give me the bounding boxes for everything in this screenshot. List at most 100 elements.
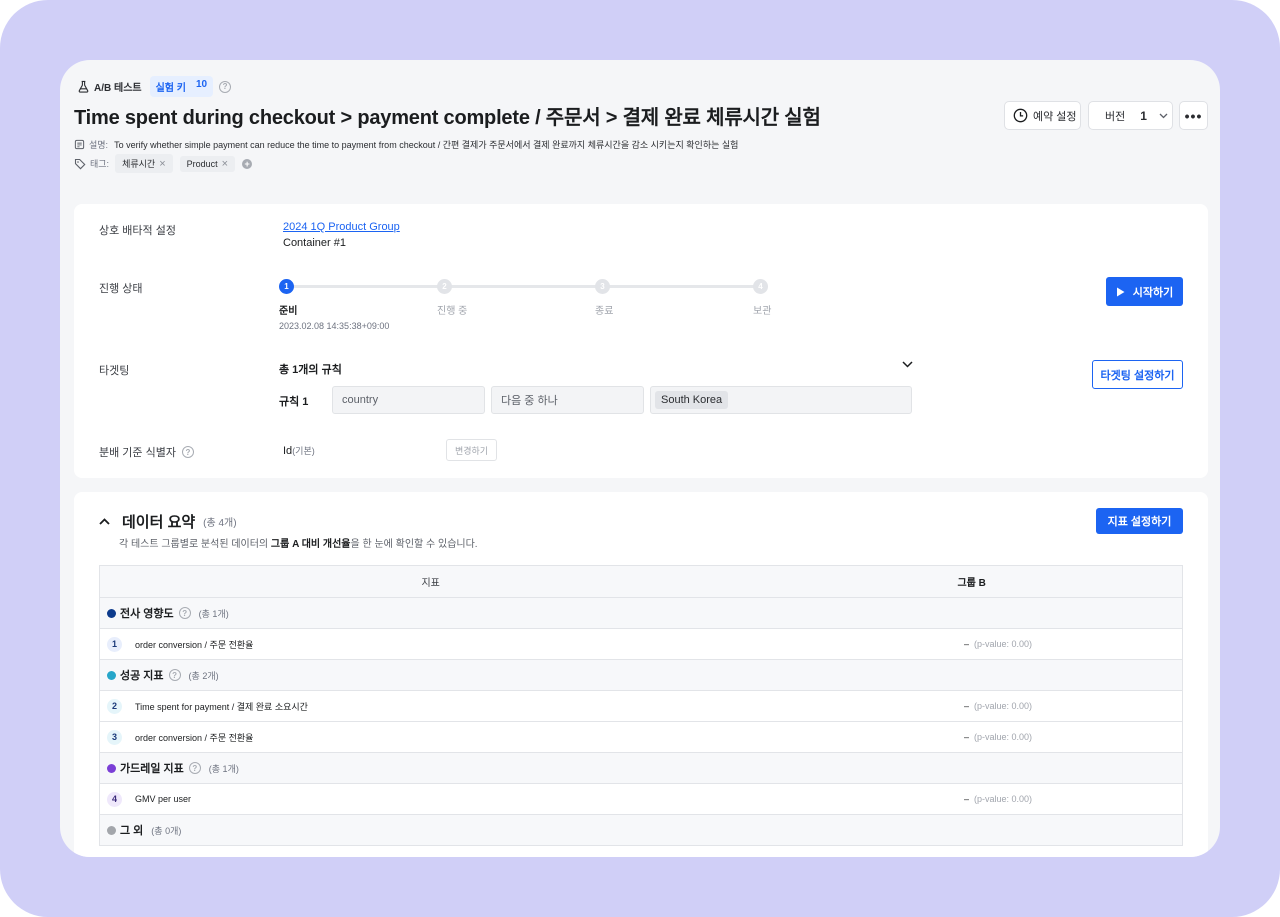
group-name: 가드레일 지표: [120, 763, 184, 775]
step-ready: 1 준비 2023.02.08 14:35:38+09:00: [279, 279, 399, 331]
help-icon[interactable]: ?: [219, 80, 232, 93]
page-title: Time spent during checkout > payment com…: [74, 107, 821, 129]
metric-value-text: –: [964, 732, 970, 742]
status-stepper: 1 준비 2023.02.08 14:35:38+09:00 2 진행 중 3 …: [279, 279, 779, 339]
step-dot: 1: [279, 279, 294, 294]
metric-name: order conversion / 주문 전환율: [135, 732, 254, 743]
schedule-button[interactable]: 예약 설정: [1004, 101, 1081, 130]
identifier-value-text: Id: [283, 445, 293, 457]
subtitle-text: 을 한 눈에 확인할 수 있습니다.: [350, 539, 478, 550]
tag-chip[interactable]: Product ×: [179, 155, 236, 172]
table-row[interactable]: 4 GMV per user – (p-value: 0.00): [100, 784, 1182, 815]
metric-name: GMV per user: [135, 794, 192, 804]
metric-pvalue: (p-value: 0.00): [974, 701, 1033, 711]
status-label: 진행 상태: [99, 283, 143, 295]
flask-icon: [78, 80, 89, 93]
metric-group-row: 그 외 (총 0개): [100, 815, 1182, 846]
change-identifier-button[interactable]: 변경하기: [446, 439, 497, 461]
identifier-value: Id(기본): [283, 444, 315, 457]
metric-number-badge: 4: [107, 791, 122, 807]
table-row[interactable]: 2 Time spent for payment / 결제 완료 소요시간 – (p-…: [100, 691, 1182, 722]
metric-settings-button[interactable]: 지표 설정하기: [1096, 508, 1183, 534]
metric-value: – (p-value: 0.00): [964, 732, 1032, 742]
rule-value-chip: South Korea: [655, 391, 729, 409]
metric-value: – (p-value: 0.00): [964, 701, 1032, 711]
clock-icon: [1013, 108, 1028, 123]
more-button[interactable]: •••: [1179, 101, 1208, 130]
schedule-label: 예약 설정: [1033, 110, 1077, 123]
remove-tag-icon[interactable]: ×: [222, 158, 228, 169]
group-name: 전사 영향도: [120, 608, 174, 620]
mutual-exclusion-label: 상호 배타적 설정: [99, 225, 176, 237]
help-icon[interactable]: ?: [178, 607, 191, 619]
help-icon[interactable]: ?: [181, 446, 194, 458]
step-label: 준비: [279, 306, 298, 317]
version-select[interactable]: 버전 1: [1088, 101, 1173, 130]
metrics-table: 지표 그룹 B 전사 영향도? (총 1개) 1 order conversion /…: [99, 565, 1183, 846]
table-body: 전사 영향도? (총 1개) 1 order conversion / 주문 전환율 –…: [100, 598, 1182, 846]
group-name: 성공 지표: [120, 670, 164, 682]
identifier-default: (기본): [292, 446, 315, 456]
description-row: 설명: To verify whether simple payment can…: [74, 138, 738, 151]
experiment-key-badge: 실험 키 10: [149, 76, 214, 97]
step-dot: 2: [437, 279, 452, 294]
table-row[interactable]: 1 order conversion / 주문 전환율 – (p-value: 0.0…: [100, 629, 1182, 660]
breadcrumb: A/B 테스트 실험 키 10 ?: [77, 76, 232, 97]
metric-name: Time spent for payment / 결제 완료 소요시간: [135, 701, 308, 712]
play-icon: [1116, 287, 1125, 296]
step-date: 2023.02.08 14:35:38+09:00: [279, 321, 390, 331]
group-name: 그 외: [120, 825, 144, 837]
chevron-down-icon: [1159, 113, 1168, 118]
rule-operator-select[interactable]: 다음 중 하나: [491, 386, 644, 414]
subtitle-text: 각 테스트 그룹별로 분석된 데이터의: [119, 539, 271, 550]
key-value: 10: [196, 79, 208, 90]
container-name: Container #1: [283, 237, 346, 249]
metric-value-text: –: [964, 794, 970, 804]
group-count: (총 2개): [188, 670, 219, 681]
column-header-group-b: 그룹 B: [957, 578, 986, 589]
data-summary-card: 데이터 요약 (총 4개) 각 테스트 그룹별로 분석된 데이터의 그룹 A 대…: [74, 492, 1208, 857]
rule-value-input[interactable]: South Korea: [650, 386, 912, 414]
crumb-label[interactable]: A/B 테스트: [94, 79, 142, 94]
description-label: 설명:: [89, 140, 109, 150]
start-button[interactable]: 시작하기: [1106, 277, 1183, 306]
metric-number-badge: 3: [107, 729, 122, 745]
group-color-dot: [107, 825, 116, 835]
help-icon[interactable]: ?: [168, 669, 181, 681]
tag-icon: [74, 158, 86, 169]
metric-pvalue: (p-value: 0.00): [974, 732, 1033, 742]
rule-field-input[interactable]: country: [332, 386, 485, 414]
add-tag-icon[interactable]: +: [242, 158, 253, 169]
table-row[interactable]: 3 order conversion / 주문 전환율 – (p-value: 0.0…: [100, 722, 1182, 753]
group-link[interactable]: 2024 1Q Product Group: [283, 221, 400, 233]
group-count: (총 0개): [151, 825, 182, 836]
summary-header: 데이터 요약 (총 4개): [99, 511, 237, 532]
chevron-up-icon[interactable]: [99, 518, 110, 525]
remove-tag-icon[interactable]: ×: [159, 158, 165, 169]
step-dot: 4: [753, 279, 768, 294]
metric-name: order conversion / 주문 전환율: [135, 639, 254, 650]
tag-chip[interactable]: 체류시간 ×: [115, 154, 173, 173]
targeting-settings-button[interactable]: 타겟팅 설정하기: [1092, 360, 1183, 389]
step-in-progress: 2 진행 중: [437, 279, 557, 317]
version-label: 버전: [1105, 110, 1126, 123]
step-label: 보관: [753, 306, 772, 317]
summary-subtitle: 각 테스트 그룹별로 분석된 데이터의 그룹 A 대비 개선율을 한 눈에 확인…: [119, 535, 478, 550]
step-dot: 3: [595, 279, 610, 294]
background-frame: A/B 테스트 실험 키 10 ? Time spent during chec…: [0, 0, 1280, 917]
tag-text: Product: [186, 158, 218, 169]
help-icon[interactable]: ?: [188, 762, 201, 774]
metric-pvalue: (p-value: 0.00): [974, 794, 1033, 804]
rule-summary: 총 1개의 규칙: [279, 364, 342, 376]
summary-count: (총 4개): [203, 518, 237, 529]
description-text: To verify whether simple payment can red…: [114, 140, 739, 150]
group-color-dot: [107, 763, 116, 773]
group-count: (총 1개): [208, 763, 239, 774]
experiment-panel: A/B 테스트 실험 키 10 ? Time spent during chec…: [60, 60, 1220, 857]
summary-title: 데이터 요약: [122, 514, 196, 531]
tag-row: 태그: 체류시간 × Product × +: [74, 154, 253, 173]
chevron-down-icon[interactable]: [902, 361, 913, 368]
metric-number-badge: 2: [107, 698, 122, 714]
metric-value-text: –: [964, 639, 970, 649]
key-label: 실험 키: [155, 83, 186, 94]
